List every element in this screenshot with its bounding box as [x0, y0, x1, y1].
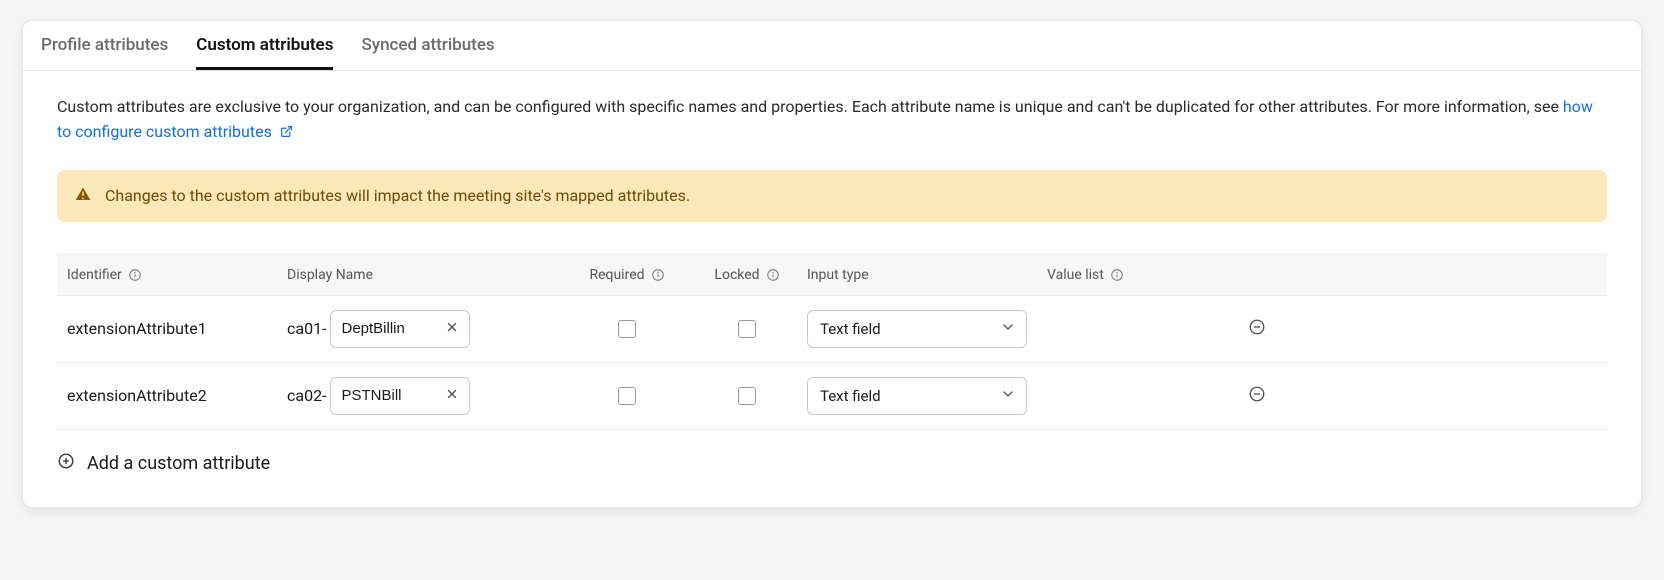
clear-input-button[interactable] — [443, 318, 461, 339]
required-checkbox[interactable] — [618, 387, 636, 405]
identifier-cell: extensionAttribute1 — [67, 319, 287, 338]
column-locked: Locked — [687, 267, 807, 283]
display-name-prefix: ca02- — [287, 386, 326, 405]
input-type-select[interactable]: Text field — [807, 310, 1027, 348]
locked-checkbox[interactable] — [738, 320, 756, 338]
tab-bar: Profile attributes Custom attributes Syn… — [23, 21, 1641, 71]
minus-circle-icon — [1248, 318, 1266, 339]
column-identifier: Identifier — [67, 267, 287, 283]
warning-icon — [75, 186, 91, 206]
select-value: Text field — [820, 387, 881, 405]
column-label: Display Name — [287, 267, 373, 283]
warning-text: Changes to the custom attributes will im… — [105, 186, 690, 205]
display-name-input-wrap — [330, 310, 470, 348]
custom-attributes-panel: Profile attributes Custom attributes Syn… — [22, 20, 1642, 508]
info-icon[interactable] — [1110, 268, 1124, 282]
table-row: extensionAttribute2 ca02- — [57, 363, 1607, 430]
display-name-cell: ca01- — [287, 310, 567, 348]
select-value: Text field — [820, 320, 881, 338]
intro-text: Custom attributes are exclusive to your … — [57, 95, 1607, 146]
input-type-cell: Text field — [807, 377, 1047, 415]
intro-description: Custom attributes are exclusive to your … — [57, 97, 1563, 116]
plus-circle-icon — [57, 452, 75, 475]
column-label: Value list — [1047, 267, 1104, 283]
actions-cell — [1227, 384, 1287, 408]
column-label: Required — [589, 267, 644, 283]
content-area: Custom attributes are exclusive to your … — [23, 71, 1641, 507]
display-name-cell: ca02- — [287, 377, 567, 415]
chevron-down-icon — [1000, 386, 1016, 406]
warning-banner: Changes to the custom attributes will im… — [57, 170, 1607, 222]
column-value-list: Value list — [1047, 267, 1227, 283]
input-type-cell: Text field — [807, 310, 1047, 348]
tab-custom-attributes[interactable]: Custom attributes — [196, 21, 333, 70]
remove-row-button[interactable] — [1245, 317, 1269, 341]
column-label: Locked — [714, 267, 759, 283]
column-label: Identifier — [67, 267, 122, 283]
column-input-type: Input type — [807, 267, 1047, 283]
close-icon — [445, 320, 459, 337]
attributes-table: Identifier Display Name Required Locked — [57, 254, 1607, 430]
column-display-name: Display Name — [287, 267, 567, 283]
minus-circle-icon — [1248, 385, 1266, 406]
display-name-prefix: ca01- — [287, 319, 326, 338]
locked-cell — [687, 320, 807, 338]
column-label: Input type — [807, 267, 869, 283]
chevron-down-icon — [1000, 319, 1016, 339]
input-type-select[interactable]: Text field — [807, 377, 1027, 415]
display-name-input-wrap — [330, 377, 470, 415]
required-cell — [567, 320, 687, 338]
column-required: Required — [567, 267, 687, 283]
locked-checkbox[interactable] — [738, 387, 756, 405]
display-name-input[interactable] — [341, 387, 443, 404]
required-checkbox[interactable] — [618, 320, 636, 338]
required-cell — [567, 387, 687, 405]
info-icon[interactable] — [766, 268, 780, 282]
locked-cell — [687, 387, 807, 405]
remove-row-button[interactable] — [1245, 384, 1269, 408]
actions-cell — [1227, 317, 1287, 341]
table-row: extensionAttribute1 ca01- — [57, 296, 1607, 363]
display-name-input[interactable] — [341, 320, 443, 337]
tab-profile-attributes[interactable]: Profile attributes — [41, 21, 168, 70]
info-icon[interactable] — [128, 268, 142, 282]
external-link-icon — [280, 121, 293, 146]
add-button-label: Add a custom attribute — [87, 453, 270, 474]
info-icon[interactable] — [651, 268, 665, 282]
identifier-cell: extensionAttribute2 — [67, 386, 287, 405]
table-header: Identifier Display Name Required Locked — [57, 254, 1607, 296]
add-custom-attribute-button[interactable]: Add a custom attribute — [57, 430, 1607, 481]
tab-synced-attributes[interactable]: Synced attributes — [361, 21, 494, 70]
close-icon — [445, 387, 459, 404]
clear-input-button[interactable] — [443, 385, 461, 406]
